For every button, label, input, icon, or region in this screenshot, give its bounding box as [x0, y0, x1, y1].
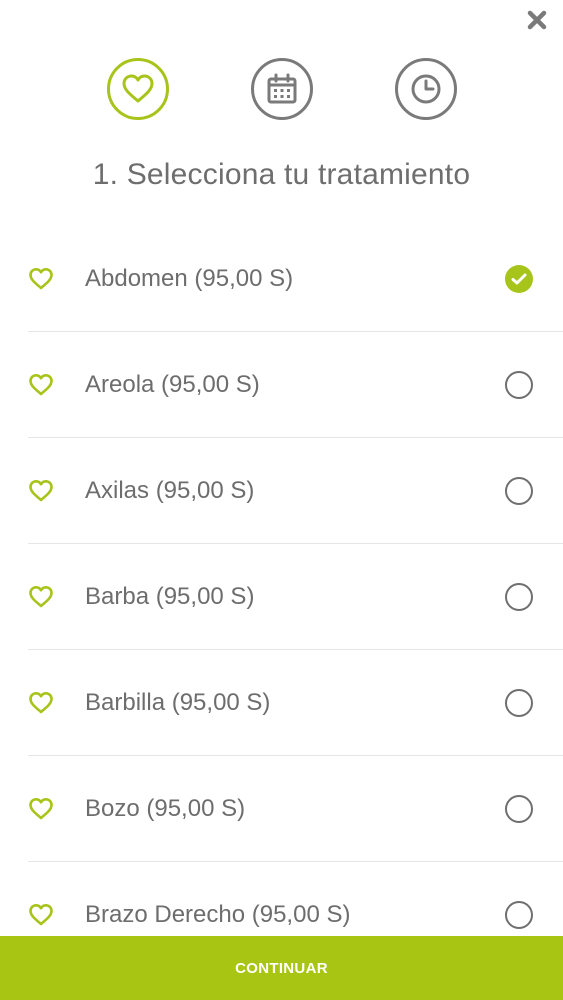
- step-date[interactable]: [250, 58, 313, 120]
- treatment-label: Bozo (95,00 S): [85, 794, 246, 822]
- close-button[interactable]: [525, 8, 549, 32]
- step-time[interactable]: [394, 58, 457, 120]
- close-icon: [527, 10, 547, 30]
- treatment-item[interactable]: Axilas (95,00 S): [28, 438, 563, 544]
- radio-unchecked[interactable]: [505, 794, 533, 823]
- treatment-item[interactable]: Barbilla (95,00 S): [28, 650, 563, 756]
- heart-icon: [28, 267, 54, 291]
- treatment-list: Abdomen (95,00 S) Areola (95,00 S) Axila…: [28, 226, 563, 968]
- treatment-label: Axilas (95,00 S): [85, 476, 255, 504]
- clock-icon: [411, 74, 440, 104]
- continue-button[interactable]: CONTINUAR: [0, 936, 563, 1000]
- treatment-item[interactable]: Bozo (95,00 S): [28, 756, 563, 862]
- step-indicator: [0, 58, 563, 120]
- heart-icon: [28, 585, 54, 609]
- heart-icon: [28, 797, 54, 821]
- treatment-label: Barba (95,00 S): [85, 582, 255, 610]
- radio-unchecked[interactable]: [505, 688, 533, 717]
- treatment-item[interactable]: Barba (95,00 S): [28, 544, 563, 650]
- heart-icon: [28, 691, 54, 715]
- radio-unchecked[interactable]: [505, 370, 533, 399]
- calendar-icon: [267, 73, 296, 104]
- step-treatment[interactable]: [106, 58, 169, 120]
- radio-checked[interactable]: [505, 264, 533, 293]
- treatment-item[interactable]: Areola (95,00 S): [28, 332, 563, 438]
- heart-icon: [28, 479, 54, 503]
- heart-icon: [122, 74, 153, 103]
- treatment-label: Abdomen (95,00 S): [85, 264, 294, 292]
- treatment-label: Barbilla (95,00 S): [85, 688, 271, 716]
- treatment-item[interactable]: Abdomen (95,00 S): [28, 226, 563, 332]
- radio-unchecked[interactable]: [505, 476, 533, 505]
- check-icon: [511, 273, 527, 284]
- heart-icon: [28, 373, 54, 397]
- treatment-label: Areola (95,00 S): [85, 370, 260, 398]
- heart-icon: [28, 903, 54, 927]
- radio-unchecked[interactable]: [505, 900, 533, 929]
- radio-unchecked[interactable]: [505, 582, 533, 611]
- page-title: 1. Selecciona tu tratamiento: [92, 158, 471, 191]
- treatment-label: Brazo Derecho (95,00 S): [85, 900, 351, 928]
